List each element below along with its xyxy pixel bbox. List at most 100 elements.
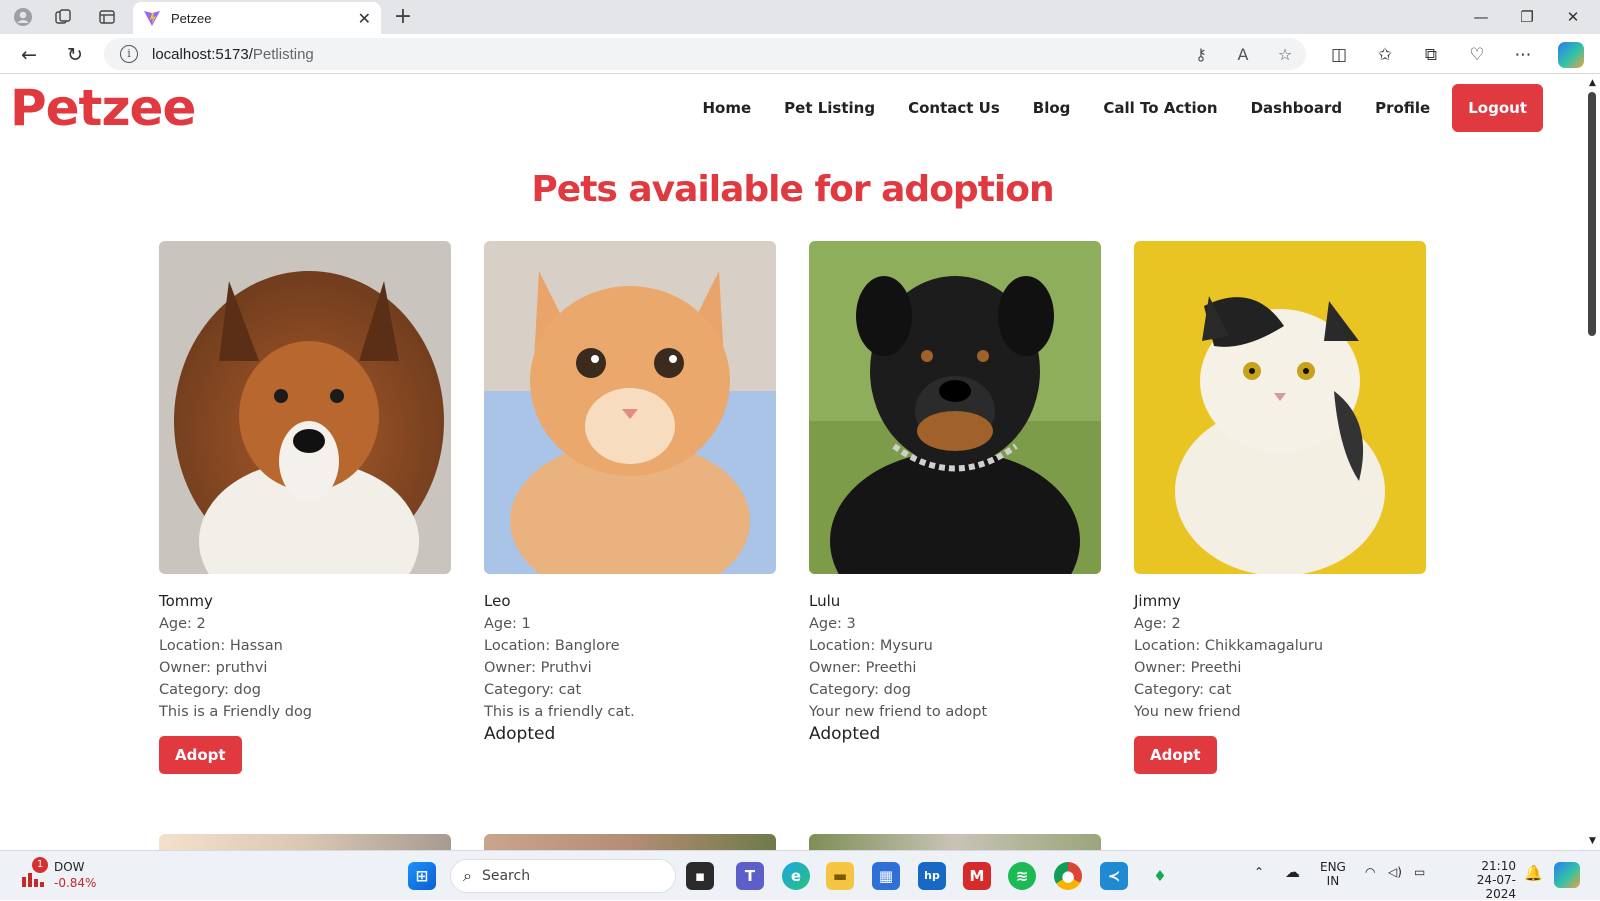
browser-tab-active[interactable]: Petzee ✕ [133, 2, 381, 34]
stock-change: -0.84% [54, 876, 97, 890]
scroll-up-arrow-icon[interactable]: ▲ [1589, 78, 1596, 88]
vscode-icon[interactable]: ≺ [1100, 862, 1128, 890]
browser-tab-bar: Petzee ✕ + — ❐ ✕ [0, 0, 1600, 34]
volume-icon[interactable]: ◁) [1388, 865, 1402, 879]
pet-photo-partial [809, 834, 1101, 850]
pet-description: You new friend [1134, 704, 1241, 720]
password-key-icon[interactable]: ⚷ [1190, 44, 1212, 66]
spotify-icon[interactable]: ≋ [1008, 862, 1036, 890]
pet-owner: Owner: Pruthvi [484, 660, 592, 676]
nav-home[interactable]: Home [703, 99, 752, 117]
file-explorer-icon[interactable]: ▬ [826, 862, 854, 890]
url-host: localhost:5173/ [152, 45, 253, 63]
notification-badge: 1 [32, 857, 48, 873]
pet-photo-tommy [159, 241, 451, 574]
split-screen-icon[interactable]: ◫ [1326, 42, 1352, 68]
logout-button[interactable]: Logout [1452, 84, 1543, 132]
url-path: Petlisting [252, 45, 314, 63]
pet-age: Age: 3 [809, 616, 856, 632]
minimize-icon[interactable]: — [1466, 6, 1496, 28]
favorite-star-icon[interactable]: ☆ [1274, 44, 1296, 66]
pet-owner: Owner: Preethi [1134, 660, 1242, 676]
clock-time: 21:10 [1481, 859, 1516, 873]
pet-owner: Owner: Preethi [809, 660, 917, 676]
pet-category: Category: cat [484, 682, 582, 698]
mongodb-compass-icon[interactable]: ♦ [1146, 862, 1174, 890]
browser-essentials-icon[interactable]: ♡ [1464, 42, 1490, 68]
pet-photo-jimmy [1134, 241, 1426, 574]
pet-category: Category: cat [1134, 682, 1232, 698]
restore-icon[interactable]: ❐ [1512, 6, 1542, 28]
pet-photo-partial [159, 834, 451, 850]
copilot-icon[interactable] [1558, 42, 1584, 68]
pet-location: Location: Hassan [159, 638, 283, 654]
taskbar-search[interactable]: ⌕ Search [450, 859, 676, 893]
nav-dashboard[interactable]: Dashboard [1251, 99, 1342, 117]
mcafee-icon[interactable]: M [963, 862, 991, 890]
stock-name[interactable]: DOW [54, 860, 85, 874]
clock-date: 24-07-2024 [1476, 873, 1516, 901]
back-icon[interactable]: ← [16, 42, 42, 68]
scroll-down-arrow-icon[interactable]: ▼ [1589, 836, 1596, 846]
site-info-icon[interactable]: i [120, 45, 138, 63]
show-hidden-icons-icon[interactable]: ⌃ [1254, 865, 1264, 879]
address-toolbar: ← ↻ i localhost:5173/Petlisting ⚷ A ☆ ◫ … [0, 34, 1600, 74]
nav-pet-listing[interactable]: Pet Listing [784, 99, 875, 117]
pet-name: Leo [484, 592, 511, 610]
task-view-icon[interactable]: ▪ [686, 862, 714, 890]
region-code: IN [1326, 874, 1340, 888]
nav-blog[interactable]: Blog [1033, 99, 1071, 117]
wifi-icon[interactable]: ◠ [1365, 865, 1375, 879]
pet-age: Age: 1 [484, 616, 531, 632]
microsoft-store-icon[interactable]: ▦ [872, 862, 900, 890]
pet-location: Location: Banglore [484, 638, 620, 654]
pet-name: Tommy [159, 592, 213, 610]
search-icon: ⌕ [463, 866, 472, 885]
refresh-icon[interactable]: ↻ [62, 42, 88, 68]
main-nav: Home Pet Listing Contact Us Blog Call To… [670, 84, 1543, 132]
pet-name: Lulu [809, 592, 841, 610]
windows-start-icon[interactable]: ⊞ [408, 862, 436, 890]
vite-favicon-icon [144, 11, 160, 26]
nav-contact-us[interactable]: Contact Us [908, 99, 1000, 117]
adopt-button[interactable]: Adopt [159, 736, 242, 774]
pet-photo-leo [484, 241, 776, 574]
tab-title: Petzee [171, 10, 212, 26]
windows-taskbar: 1 DOW -0.84% ⊞ ⌕ Search ▪ T e ▬ ▦ hp M ≋… [0, 850, 1600, 901]
vertical-tabs-icon[interactable] [96, 6, 118, 28]
nav-profile[interactable]: Profile [1375, 99, 1430, 117]
workspaces-icon[interactable] [52, 6, 74, 28]
tab-close-icon[interactable]: ✕ [358, 9, 371, 28]
copilot-taskbar-icon[interactable] [1554, 862, 1580, 888]
pet-photo-lulu [809, 241, 1101, 574]
more-menu-icon[interactable]: ⋯ [1510, 42, 1536, 68]
pet-name: Jimmy [1134, 592, 1181, 610]
adopted-status: Adopted [484, 724, 556, 744]
scrollbar-thumb[interactable] [1588, 92, 1596, 336]
address-bar[interactable]: i localhost:5173/Petlisting ⚷ A ☆ [104, 38, 1306, 70]
myhp-icon[interactable]: hp [918, 862, 946, 890]
pet-owner: Owner: pruthvi [159, 660, 268, 676]
edge-icon[interactable]: e [782, 862, 810, 890]
favorites-icon[interactable]: ✩ [1372, 42, 1398, 68]
nav-call-to-action[interactable]: Call To Action [1103, 99, 1217, 117]
pet-card: Jimmy Age: 2 Location: Chikkamagaluru Ow… [1134, 241, 1426, 774]
close-window-icon[interactable]: ✕ [1558, 6, 1588, 28]
adopt-button[interactable]: Adopt [1134, 736, 1217, 774]
clock[interactable]: 21:10 24-07-2024 [1448, 859, 1516, 901]
chrome-icon[interactable]: ● [1054, 862, 1082, 890]
profile-icon[interactable] [12, 6, 34, 28]
language-indicator[interactable]: ENG IN [1320, 860, 1346, 888]
language-code: ENG [1320, 860, 1346, 874]
page-content: Petzee Home Pet Listing Contact Us Blog … [0, 74, 1585, 850]
site-logo[interactable]: Petzee [10, 79, 196, 137]
search-placeholder: Search [481, 868, 531, 884]
teams-icon[interactable]: T [736, 862, 764, 890]
new-tab-icon[interactable]: + [390, 4, 416, 30]
read-aloud-icon[interactable]: A [1232, 44, 1254, 66]
weather-cloud-icon[interactable]: ☁ [1285, 863, 1300, 881]
pet-description: Your new friend to adopt [809, 704, 988, 720]
collections-icon[interactable]: ⧉ [1418, 42, 1444, 68]
notifications-bell-icon[interactable]: 🔔 [1524, 864, 1543, 882]
battery-icon[interactable]: ▭ [1414, 865, 1425, 879]
